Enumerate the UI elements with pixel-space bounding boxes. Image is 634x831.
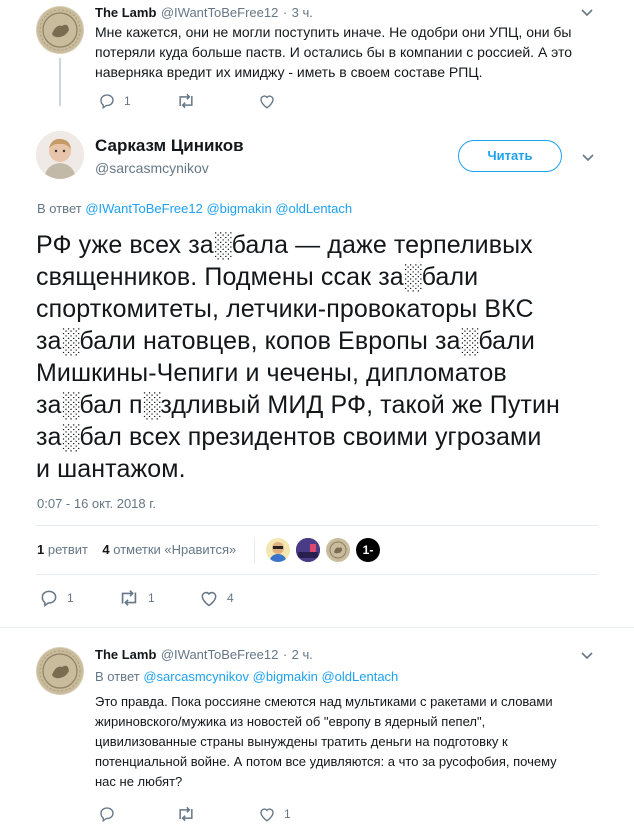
tweet-text: Мне кажется, они не могли поступить инач… bbox=[95, 22, 595, 82]
reply-icon bbox=[41, 590, 57, 607]
retweet-icon bbox=[179, 93, 193, 109]
tweet-text-line: РФ уже всех за░бала — даже терпеливых bbox=[36, 231, 533, 259]
divider bbox=[36, 574, 598, 575]
tweet-text-line: жириновского/мужика из новостей об "евро… bbox=[95, 714, 486, 729]
retweet-stat-count: 1 bbox=[37, 542, 45, 557]
retweet-button[interactable] bbox=[176, 92, 204, 110]
child-avatar-image bbox=[36, 131, 84, 179]
tweet-time[interactable]: 3 ч. bbox=[292, 5, 313, 20]
main-tweet-text: РФ уже всех за░бала — даже терпеливых св… bbox=[36, 229, 616, 485]
tweet-text-line: цивилизованные страны вынуждены тратить … bbox=[95, 734, 508, 749]
mention-link[interactable]: @sarcasmcynikov bbox=[143, 669, 249, 684]
liker-avatar[interactable] bbox=[266, 538, 290, 562]
tweet-text-line: потенциальной войне. А потом все удивляю… bbox=[95, 754, 557, 769]
replying-prefix: В ответ bbox=[37, 201, 82, 216]
mention-link[interactable]: @oldLentach bbox=[321, 669, 398, 684]
like-count: 4 bbox=[227, 591, 234, 605]
retweet-button[interactable] bbox=[176, 805, 204, 823]
author-handle[interactable]: @IWantToBeFree12 bbox=[161, 647, 279, 662]
tweet-header: The Lamb @IWantToBeFree12 · 2 ч. bbox=[95, 646, 313, 664]
tweet-text-line: потеряли куда больше паств. И остались б… bbox=[95, 44, 573, 60]
tweet-text-line: нас не любят? bbox=[95, 774, 183, 789]
avatar[interactable] bbox=[36, 6, 84, 54]
tweet-time[interactable]: 2 ч. bbox=[292, 647, 313, 662]
thread-connector-line bbox=[59, 58, 61, 106]
separator-dot: · bbox=[282, 647, 288, 662]
like-icon bbox=[260, 808, 274, 822]
like-count: 1 bbox=[284, 807, 291, 821]
divider bbox=[36, 525, 598, 526]
chevron-down-icon[interactable] bbox=[581, 150, 595, 169]
follow-button[interactable]: Читать bbox=[458, 140, 562, 172]
mention-link[interactable]: @bigmakin bbox=[206, 201, 271, 216]
tweet-text-line: и шантажом. bbox=[36, 455, 186, 483]
reply-button[interactable]: 1 bbox=[39, 588, 74, 608]
like-icon bbox=[201, 591, 217, 607]
retweet-button[interactable]: 1 bbox=[118, 588, 155, 608]
reply-count: 1 bbox=[124, 94, 131, 108]
tweet-header: The Lamb @IWantToBeFree12 · 3 ч. bbox=[95, 4, 313, 22]
replying-prefix: В ответ bbox=[95, 669, 140, 684]
replying-to: В ответ @IWantToBeFree12 @bigmakin @oldL… bbox=[37, 201, 352, 216]
coin-avatar-image bbox=[37, 7, 83, 53]
author-handle[interactable]: @sarcasmcynikov bbox=[95, 160, 209, 176]
like-icon bbox=[260, 95, 274, 109]
tweet-text-line: Это правда. Пока россияне смеются над му… bbox=[95, 694, 553, 709]
liker-avatar[interactable]: 1- bbox=[356, 538, 380, 562]
avatar[interactable] bbox=[36, 131, 84, 179]
tweet-text: Это правда. Пока россияне смеются над му… bbox=[95, 692, 605, 792]
tweet-text-line: Мишкины-Чепиги и чечены, дипломатов bbox=[36, 359, 507, 387]
mention-link[interactable]: @oldLentach bbox=[275, 201, 352, 216]
tweet-text-line: спорткомитеты, летчики-провокаторы ВКС bbox=[36, 295, 534, 323]
tweet-text-line: наверняка вредит их имиджу - иметь в сво… bbox=[95, 64, 483, 80]
replying-to: В ответ @sarcasmcynikov @bigmakin @oldLe… bbox=[95, 669, 398, 684]
tweet-text-line: за░бал п░здливый МИД РФ, такой же Путин bbox=[36, 391, 560, 419]
author-name[interactable]: The Lamb bbox=[95, 5, 156, 20]
likers-avatars: 1- bbox=[266, 538, 380, 562]
like-button[interactable]: 1 bbox=[258, 805, 291, 823]
like-button[interactable] bbox=[258, 92, 284, 110]
author-handle[interactable]: @IWantToBeFree12 bbox=[161, 5, 279, 20]
reply-count: 1 bbox=[67, 591, 74, 605]
like-stat-count: 4 bbox=[102, 542, 110, 557]
retweet-icon bbox=[121, 590, 137, 606]
liker-avatar[interactable] bbox=[326, 538, 350, 562]
retweet-count: 1 bbox=[148, 591, 155, 605]
reply-icon bbox=[100, 94, 114, 110]
stats-divider bbox=[254, 538, 255, 564]
reply-button[interactable] bbox=[98, 805, 124, 823]
liker-avatar[interactable] bbox=[296, 538, 320, 562]
like-stat-label: отметки «Нравится» bbox=[113, 542, 237, 557]
divider bbox=[0, 627, 634, 628]
author-name[interactable]: The Lamb bbox=[95, 647, 156, 662]
like-stat[interactable]: 4 отметки «Нравится» bbox=[102, 542, 236, 557]
tweet-text-line: священников. Подмены ссак за░бали bbox=[36, 263, 479, 291]
avatar[interactable] bbox=[36, 647, 84, 695]
mention-link[interactable]: @bigmakin bbox=[253, 669, 318, 684]
tweet-text-line: за░бали натовцев, копов Европы за░бали bbox=[36, 327, 535, 355]
retweet-icon bbox=[179, 806, 193, 822]
reply-icon bbox=[100, 807, 114, 823]
mention-link[interactable]: @IWantToBeFree12 bbox=[85, 201, 203, 216]
like-button[interactable]: 4 bbox=[199, 588, 234, 608]
retweet-stat[interactable]: 1 ретвит bbox=[37, 542, 88, 557]
author-name[interactable]: Сарказм Циников bbox=[95, 136, 244, 156]
reply-button[interactable]: 1 bbox=[98, 92, 131, 110]
tweet-text-line: за░бал всех президентов своими угрозами bbox=[36, 423, 542, 451]
tweet-text-line: Мне кажется, они не могли поступить инач… bbox=[95, 24, 572, 40]
coin-avatar-image bbox=[37, 648, 83, 694]
engagement-stats: 1 ретвит 4 отметки «Нравится» bbox=[37, 542, 236, 557]
separator-dot: · bbox=[282, 5, 288, 20]
chevron-down-icon[interactable] bbox=[580, 648, 594, 667]
retweet-stat-label: ретвит bbox=[47, 542, 88, 557]
liker-avatar-text: 1- bbox=[362, 543, 374, 557]
tweet-timestamp[interactable]: 0:07 - 16 окт. 2018 г. bbox=[37, 496, 156, 511]
